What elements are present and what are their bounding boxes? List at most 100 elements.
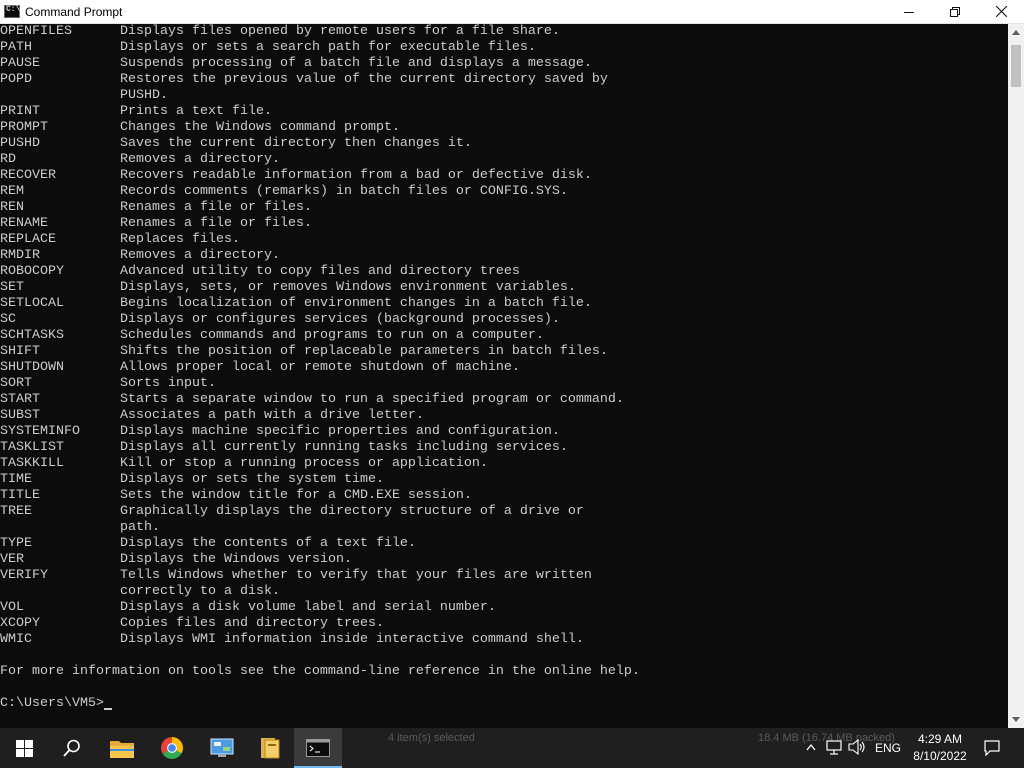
taskbar-file-explorer[interactable] xyxy=(98,728,146,768)
help-footer-text: For more information on tools see the co… xyxy=(0,664,640,679)
command-name: SYSTEMINFO xyxy=(0,424,80,439)
control-panel-icon xyxy=(210,738,234,757)
command-description: Begins localization of environment chang… xyxy=(120,296,592,311)
minimize-button[interactable] xyxy=(886,0,932,23)
command-name: SHIFT xyxy=(0,344,40,359)
search-icon xyxy=(63,739,80,757)
command-name: WMIC xyxy=(0,632,32,647)
command-description: Displays files opened by remote users fo… xyxy=(120,24,560,39)
command-description: Renames a file or files. xyxy=(120,216,312,231)
command-name: POPD xyxy=(0,72,32,87)
volume-icon[interactable] xyxy=(848,739,866,755)
minimize-icon xyxy=(904,11,914,13)
text-cursor xyxy=(103,708,112,710)
command-name: RENAME xyxy=(0,216,48,231)
command-description: Records comments (remarks) in batch file… xyxy=(120,184,568,199)
file-explorer-icon xyxy=(110,741,134,758)
command-description: Displays or configures services (backgro… xyxy=(120,312,560,327)
language-indicator[interactable]: ENG xyxy=(875,741,901,755)
command-name: SET xyxy=(0,280,24,295)
command-name: REN xyxy=(0,200,24,215)
command-description: Advanced utility to copy files and direc… xyxy=(120,264,520,279)
command-description: Recovers readable information from a bad… xyxy=(120,168,592,183)
notifications-icon[interactable] xyxy=(984,740,1000,756)
command-name: PUSHD xyxy=(0,136,40,151)
start-button[interactable] xyxy=(0,728,48,768)
command-name: START xyxy=(0,392,40,407)
command-name: OPENFILES xyxy=(0,24,72,39)
command-name: VOL xyxy=(0,600,24,615)
command-name: TYPE xyxy=(0,536,32,551)
command-description: Associates a path with a drive letter. xyxy=(120,408,424,423)
command-name: SORT xyxy=(0,376,32,391)
command-name: ROBOCOPY xyxy=(0,264,64,279)
command-name: TITLE xyxy=(0,488,40,503)
command-description: Restores the previous value of the curre… xyxy=(120,72,608,87)
command-prompt-icon: C:\ xyxy=(4,5,20,18)
command-name: TREE xyxy=(0,504,32,519)
taskbar-folder[interactable] xyxy=(246,728,294,768)
scroll-up-arrow[interactable] xyxy=(1008,24,1024,41)
command-name: SUBST xyxy=(0,408,40,423)
command-description: Saves the current directory then changes… xyxy=(120,136,472,151)
command-description: Removes a directory. xyxy=(120,152,280,167)
vertical-scrollbar[interactable] xyxy=(1008,24,1024,728)
scrollbar-thumb[interactable] xyxy=(1011,45,1021,87)
taskbar-control-panel[interactable] xyxy=(198,728,246,768)
command-name: REPLACE xyxy=(0,232,56,247)
command-description: Displays, sets, or removes Windows envir… xyxy=(120,280,576,295)
console-output[interactable]: OPENFILES Displays files opened by remote… xyxy=(0,24,1008,728)
search-button[interactable] xyxy=(48,728,96,768)
maximize-button[interactable] xyxy=(932,0,978,23)
folder-icon xyxy=(261,738,280,759)
windows-start-icon xyxy=(15,739,33,757)
scroll-down-arrow[interactable] xyxy=(1008,711,1024,728)
clock-time: 4:29 AM xyxy=(917,732,963,746)
show-hidden-icons-icon[interactable] xyxy=(806,743,816,751)
command-name: PRINT xyxy=(0,104,40,119)
command-description: Renames a file or files. xyxy=(120,200,312,215)
command-description: Replaces files. xyxy=(120,232,240,247)
network-icon[interactable] xyxy=(826,740,842,755)
command-name: RECOVER xyxy=(0,168,56,183)
close-button[interactable] xyxy=(978,0,1024,23)
maximize-icon xyxy=(950,6,960,17)
command-description: PUSHD. xyxy=(120,88,168,103)
command-name: PAUSE xyxy=(0,56,40,71)
command-description: Displays a disk volume label and serial … xyxy=(120,600,496,615)
command-description: Displays or sets the system time. xyxy=(120,472,384,487)
command-name: SCHTASKS xyxy=(0,328,64,343)
chevron-up-icon xyxy=(1012,30,1020,35)
command-description: Displays the Windows version. xyxy=(120,552,352,567)
command-name: RD xyxy=(0,152,16,167)
chrome-icon xyxy=(161,737,183,759)
command-description: Suspends processing of a batch file and … xyxy=(120,56,592,71)
command-description: Displays the contents of a text file. xyxy=(120,536,416,551)
command-name: REM xyxy=(0,184,24,199)
command-description: Copies files and directory trees. xyxy=(120,616,384,631)
command-description: Graphically displays the directory struc… xyxy=(120,504,584,519)
taskbar: 4 item(s) selected 18.4 MB (16.74 MB pac… xyxy=(0,728,1024,768)
close-icon xyxy=(995,6,1007,17)
command-description: Kill or stop a running process or applic… xyxy=(120,456,488,471)
command-description: Starts a separate window to run a specif… xyxy=(120,392,624,407)
taskbar-chrome[interactable] xyxy=(148,728,196,768)
command-name: TIME xyxy=(0,472,32,487)
command-name: XCOPY xyxy=(0,616,40,631)
command-name: PATH xyxy=(0,40,32,55)
command-description: Prints a text file. xyxy=(120,104,272,119)
command-description: Displays all currently running tasks inc… xyxy=(120,440,568,455)
command-description: Changes the Windows command prompt. xyxy=(120,120,400,135)
chevron-down-icon xyxy=(1012,717,1020,722)
command-name: SETLOCAL xyxy=(0,296,64,311)
command-name: PROMPT xyxy=(0,120,48,135)
command-name: TASKLIST xyxy=(0,440,64,455)
command-name: SHUTDOWN xyxy=(0,360,64,375)
command-prompt-icon xyxy=(306,739,330,757)
command-description: Allows proper local or remote shutdown o… xyxy=(120,360,520,375)
command-description: correctly to a disk. xyxy=(120,584,280,599)
taskbar-command-prompt[interactable] xyxy=(294,728,342,768)
clock[interactable]: 4:29 AM 8/10/2022 xyxy=(908,731,972,765)
window-title-bar[interactable]: C:\ Command Prompt xyxy=(0,0,1024,24)
command-prompt-line[interactable]: C:\Users\VM5> xyxy=(0,696,112,712)
